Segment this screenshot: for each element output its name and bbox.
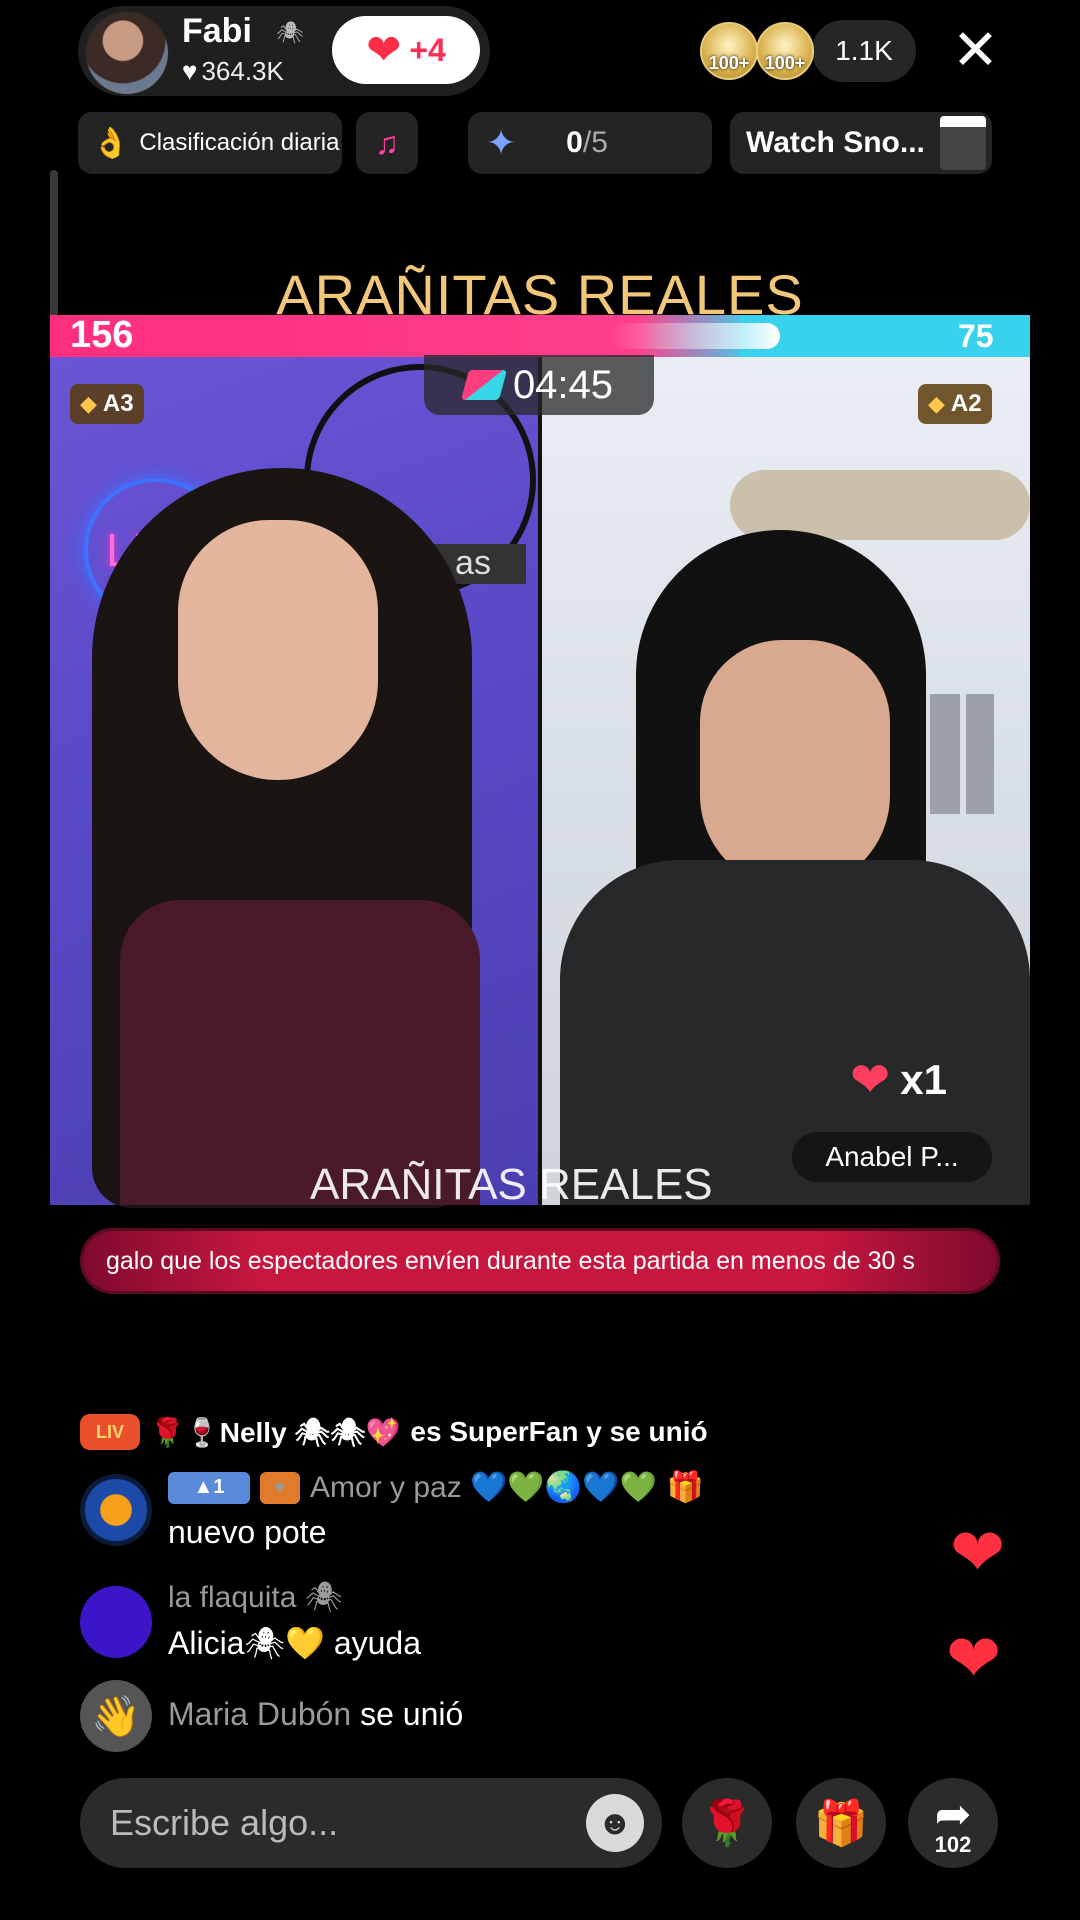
score-right: 75 [958, 318, 994, 354]
fan-badge: ♥ [260, 1471, 300, 1504]
user-joined-notice: Maria Dubón se unió [168, 1696, 463, 1733]
goal-tracker[interactable]: ✦ 0/5 [468, 112, 712, 174]
rose-gift-button[interactable]: 🌹 [682, 1778, 772, 1868]
rank-left-label: A3 [102, 390, 134, 417]
rank-tag-right[interactable]: ◆ A2 [918, 384, 992, 424]
ticker-text: galo que los espectadores envíen durante… [106, 1246, 915, 1275]
viewer-count[interactable]: 1.1K [812, 20, 916, 82]
level-value: 1 [213, 1476, 225, 1498]
emoji-icon[interactable]: ☻ [586, 1794, 644, 1852]
opponent-name-tag[interactable]: Anabel P... [792, 1132, 992, 1182]
joined-text: se unió [360, 1696, 464, 1732]
watch-promo-button[interactable]: Watch Sno... [730, 112, 992, 174]
host-avatar[interactable] [84, 10, 170, 96]
opponent-person-face [700, 640, 890, 890]
chat-avatar[interactable] [80, 1586, 152, 1658]
chat-avatar[interactable] [80, 1474, 152, 1546]
host-person-face [178, 520, 378, 780]
multiplier-value: x1 [900, 1056, 947, 1103]
battle-score-bar [50, 315, 1030, 357]
diamond-icon: ◆ [928, 391, 945, 416]
top-viewer-badge-2[interactable]: 100+ [756, 22, 814, 80]
flame-icon: 👌 [92, 126, 130, 160]
stream-watermark: ARAÑITAS REALES [310, 1160, 713, 1209]
rose-icon: 🌹 [699, 1799, 755, 1848]
chat-username[interactable]: la flaquita 🕷 [168, 1580, 343, 1615]
rank-right-label: A2 [950, 390, 982, 417]
score-left: 156 [70, 314, 134, 356]
gift-icon: 🎁 [813, 1799, 869, 1848]
chat-username[interactable]: Amor y paz 💙💚🌏💙💚 [310, 1470, 657, 1505]
close-icon[interactable]: ✕ [952, 22, 999, 78]
battle-ticker: galo que los espectadores envíen durante… [80, 1228, 1000, 1294]
share-count: 102 [934, 1831, 972, 1857]
goal-total: /5 [582, 126, 608, 159]
badge-label: 100+ [708, 53, 750, 73]
follow-count: +4 [409, 31, 446, 68]
host-name[interactable]: Fabi [182, 12, 252, 51]
sparkle-icon: ✦ [486, 122, 517, 163]
music-button[interactable]: ♫ [356, 112, 418, 174]
gift-icon: 🎁 [666, 1471, 705, 1504]
goal-current: 0 [566, 126, 583, 159]
spider-icon: 🕷 [276, 20, 304, 45]
daily-ranking-label: Clasificación diaria [139, 129, 340, 156]
follow-button[interactable]: ❤ +4 [332, 16, 480, 84]
floating-heart-icon: ❤ [950, 1515, 1006, 1589]
floating-heart-icon: ❤ [946, 1621, 1002, 1695]
chat-message: Alicia🕷💛 ayuda [168, 1625, 422, 1661]
battle-timer: 04:45 [424, 355, 654, 415]
score-bar-spark [610, 323, 780, 349]
goal-progress: 0/5 [566, 126, 608, 160]
chat-username-row: ▲ 1 ♥ Amor y paz 💙💚🌏💙💚 🎁 [168, 1470, 704, 1505]
gift-multiplier[interactable]: ❤ x1 [850, 1052, 947, 1108]
host-likes-count: 364.3K [201, 56, 284, 86]
joined-username[interactable]: Maria Dubón [168, 1696, 351, 1732]
heart-face-icon: ❤ [850, 1054, 891, 1107]
gift-button[interactable]: 🎁 [796, 1778, 886, 1868]
heart-icon: ❤ [366, 26, 402, 73]
superfan-join-notice: LIV 🌹🍷Nelly 🕷🕷💖 es SuperFan y se unió [80, 1414, 708, 1450]
comment-input[interactable]: Escribe algo... ☻ [80, 1778, 662, 1868]
join-text: es SuperFan y se unió [410, 1416, 708, 1447]
daily-ranking-button[interactable]: 👌 Clasificación diaria [78, 112, 342, 174]
top-viewer-badge-1[interactable]: 100+ [700, 22, 758, 80]
rank-tag-left[interactable]: ◆ A3 [70, 384, 144, 424]
level-badge: ▲ 1 [168, 1471, 250, 1504]
pane-divider [538, 357, 542, 1205]
share-button[interactable]: ➦ 102 [908, 1778, 998, 1868]
diamond-icon: ◆ [80, 391, 97, 416]
chat-message: nuevo pote [168, 1514, 327, 1550]
host-likes: ♥ 364.3K [182, 56, 284, 87]
timer-value: 04:45 [512, 362, 614, 407]
heart-icon: ♥ [182, 56, 198, 86]
promo-thumbnail [940, 116, 986, 170]
comment-placeholder: Escribe algo... [110, 1802, 339, 1843]
wave-icon: 👋 [80, 1680, 152, 1752]
badge-label: 100+ [764, 53, 806, 73]
join-user[interactable]: 🌹🍷Nelly 🕷🕷💖 [150, 1416, 400, 1449]
live-badge: LIV [80, 1414, 140, 1450]
watch-promo-label: Watch Sno... [746, 126, 925, 159]
music-note-icon: ♫ [375, 124, 399, 161]
battle-gem-icon [460, 370, 507, 400]
